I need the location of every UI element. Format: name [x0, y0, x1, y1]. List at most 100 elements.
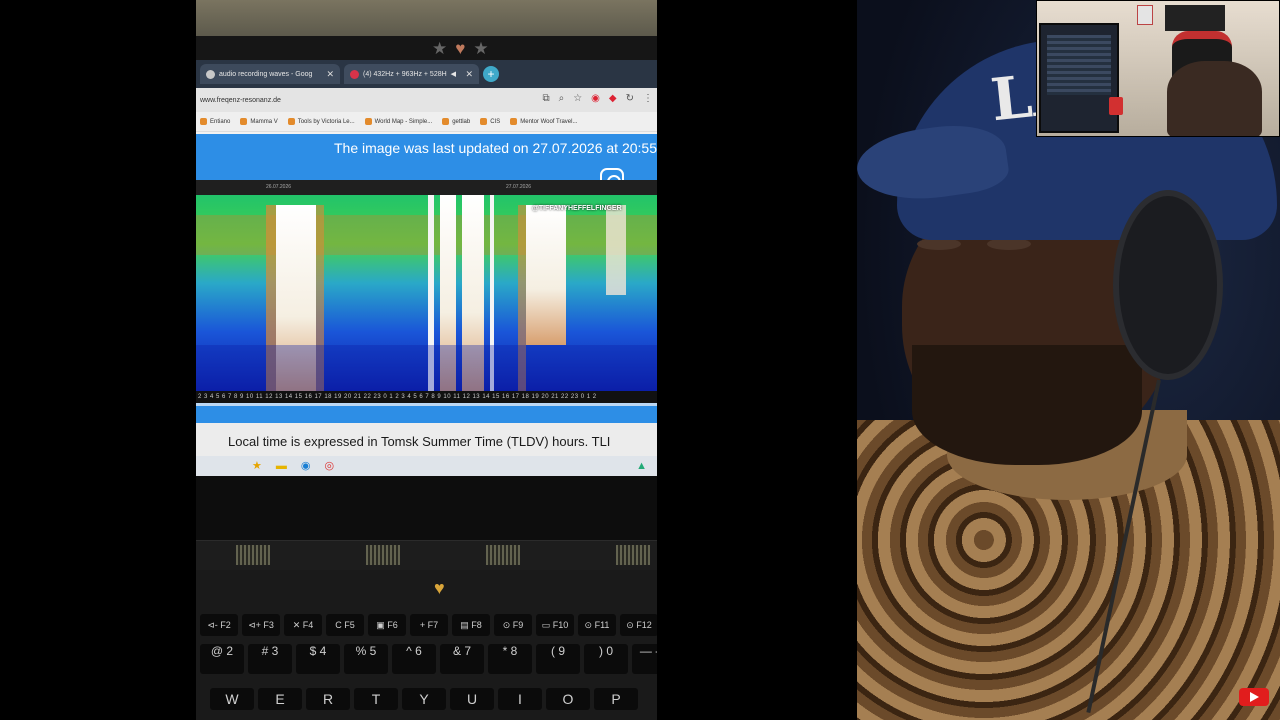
chrome-icon[interactable]: ◎	[324, 460, 334, 472]
key[interactable]: ⊲+ F3	[242, 614, 280, 636]
key[interactable]: — -	[632, 644, 657, 674]
bezel-icons: ★ ♥ ★	[432, 40, 489, 57]
watermark-text: @TIFFANYHEFFELFINGER	[532, 205, 622, 212]
function-key-row: ⊲- F2 ⊲+ F3 ✕ F4 C F5 ▣ F6 + F7 ▤ F8 ⊙ F…	[200, 614, 657, 636]
zoom-icon[interactable]: ⌕	[559, 93, 565, 104]
footnote-area: Local time is expressed in Tomsk Summer …	[196, 423, 657, 457]
inset-red-cup	[1109, 97, 1123, 115]
star-icon: ★	[473, 39, 489, 58]
laptop-lower-bezel	[196, 476, 657, 540]
address-bar-icons: ⧉ ⌕ ☆ ◉ ◆ ↻ ⋮	[542, 93, 653, 104]
extension-icon[interactable]: ◉	[591, 93, 600, 104]
key[interactable]: ) 0	[584, 644, 628, 674]
key[interactable]: & 7	[440, 644, 484, 674]
browser-tab[interactable]: (4) 432Hz + 963Hz + 528H ◀ ✕	[344, 64, 479, 84]
heart-icon: ♥	[455, 39, 466, 58]
bookmark[interactable]: Entiano	[200, 118, 230, 125]
update-banner: The image was last updated on 27.07.2026…	[196, 134, 657, 180]
key[interactable]: ^ 6	[392, 644, 436, 674]
spectrogram-graphic	[196, 195, 657, 391]
speaker-icon[interactable]: ◀	[451, 70, 456, 78]
youtube-icon[interactable]	[1239, 688, 1269, 706]
key[interactable]: ✕ F4	[284, 614, 322, 636]
youtube-icon	[350, 69, 359, 79]
bookmark[interactable]: gettlab	[442, 118, 470, 125]
close-icon[interactable]: ✕	[465, 69, 473, 80]
key[interactable]: ( 9	[536, 644, 580, 674]
address-bar[interactable]: www.freqenz-resonanz.de ⧉ ⌕ ☆ ◉ ◆ ↻ ⋮	[196, 88, 657, 112]
key[interactable]: W	[210, 688, 254, 710]
key[interactable]: + F7	[410, 614, 448, 636]
vent	[486, 545, 520, 565]
bookmark[interactable]: World Map - Simple...	[364, 118, 432, 125]
key[interactable]: * 8	[488, 644, 532, 674]
laptop-top-bezel	[196, 36, 657, 60]
key[interactable]: R	[306, 688, 350, 710]
vent	[236, 545, 270, 565]
laptop-screen: audio recording waves - Goog ✕ (4) 432Hz…	[196, 60, 657, 476]
inset-poster	[1165, 5, 1225, 31]
bookmark[interactable]: Tools by Victoria Le...	[287, 118, 355, 125]
key[interactable]: U	[450, 688, 494, 710]
refresh-icon[interactable]: ↻	[626, 93, 634, 104]
key[interactable]: ⊲- F2	[200, 614, 238, 636]
google-icon	[206, 69, 215, 79]
star-icon: ★	[432, 39, 448, 58]
key[interactable]: E	[258, 688, 302, 710]
key[interactable]: P	[594, 688, 638, 710]
key[interactable]: T	[354, 688, 398, 710]
key[interactable]: ▭ F10	[536, 614, 574, 636]
menu-icon[interactable]: ⋮	[643, 93, 653, 104]
inset-poster	[1137, 5, 1153, 25]
key[interactable]: Y	[402, 688, 446, 710]
folder-icon[interactable]: ▬	[276, 460, 287, 472]
wifi-icon[interactable]: ▲	[636, 461, 647, 472]
new-tab-button[interactable]: +	[483, 66, 499, 82]
inset-monitor	[1039, 23, 1119, 133]
key[interactable]: % 5	[344, 644, 388, 674]
key[interactable]: ▣ F6	[368, 614, 406, 636]
bookmark[interactable]: Mamma V	[240, 118, 278, 125]
vent	[616, 545, 650, 565]
laptop-video-panel: ★ ♥ ★ audio recording waves - Goog ✕ (4)…	[196, 0, 657, 720]
key[interactable]: # 3	[248, 644, 292, 674]
key[interactable]: O	[546, 688, 590, 710]
close-icon[interactable]: ✕	[326, 69, 334, 80]
key[interactable]: ⊙ F12	[620, 614, 657, 636]
browser-tab-bar: audio recording waves - Goog ✕ (4) 432Hz…	[196, 60, 657, 88]
key[interactable]: ⊙ F9	[494, 614, 532, 636]
key[interactable]: $ 4	[296, 644, 340, 674]
key[interactable]: ▤ F8	[452, 614, 490, 636]
video-stage: ★ ♥ ★ audio recording waves - Goog ✕ (4)…	[0, 0, 1280, 720]
key[interactable]: @ 2	[200, 644, 244, 674]
edge-icon[interactable]: ◉	[301, 460, 311, 472]
tab-label: (4) 432Hz + 963Hz + 528H	[363, 70, 447, 78]
power-heart-icon: ♥	[434, 578, 445, 598]
beard	[912, 345, 1142, 465]
update-banner-text: The image was last updated on 27.07.2026…	[333, 140, 657, 156]
key[interactable]: C F5	[326, 614, 364, 636]
date-label: 27.07.2026	[506, 184, 532, 190]
date-strip: 26.07.2026 27.07.2026	[196, 180, 657, 195]
headphones	[1113, 190, 1223, 380]
bookmark[interactable]: CIS	[480, 118, 500, 125]
star-icon[interactable]: ★	[252, 460, 262, 472]
browser-tab[interactable]: audio recording waves - Goog ✕	[200, 64, 340, 84]
inset-person	[1167, 61, 1262, 136]
extension-icon[interactable]: ◆	[609, 93, 617, 104]
os-taskbar: ★ ▬ ◉ ◎ ▲	[196, 456, 657, 476]
letter-key-row: W E R T Y U I O P	[210, 688, 638, 710]
tab-label: audio recording waves - Goog	[219, 70, 313, 78]
translate-icon[interactable]: ⧉	[542, 93, 549, 104]
footnote-text: Local time is expressed in Tomsk Summer …	[228, 434, 611, 449]
spectrogram-image	[196, 195, 657, 391]
vent	[366, 545, 400, 565]
key[interactable]: ⊙ F11	[578, 614, 616, 636]
bookmark[interactable]: Mentor Woof Travel...	[510, 118, 577, 125]
number-key-row: @ 2 # 3 $ 4 % 5 ^ 6 & 7 * 8 ( 9 ) 0 — -	[200, 644, 657, 674]
key[interactable]: I	[498, 688, 542, 710]
url-text: www.freqenz-resonanz.de	[200, 96, 281, 104]
scroll-band	[196, 403, 657, 423]
date-label: 26.07.2026	[266, 184, 292, 190]
star-icon[interactable]: ☆	[573, 93, 582, 104]
